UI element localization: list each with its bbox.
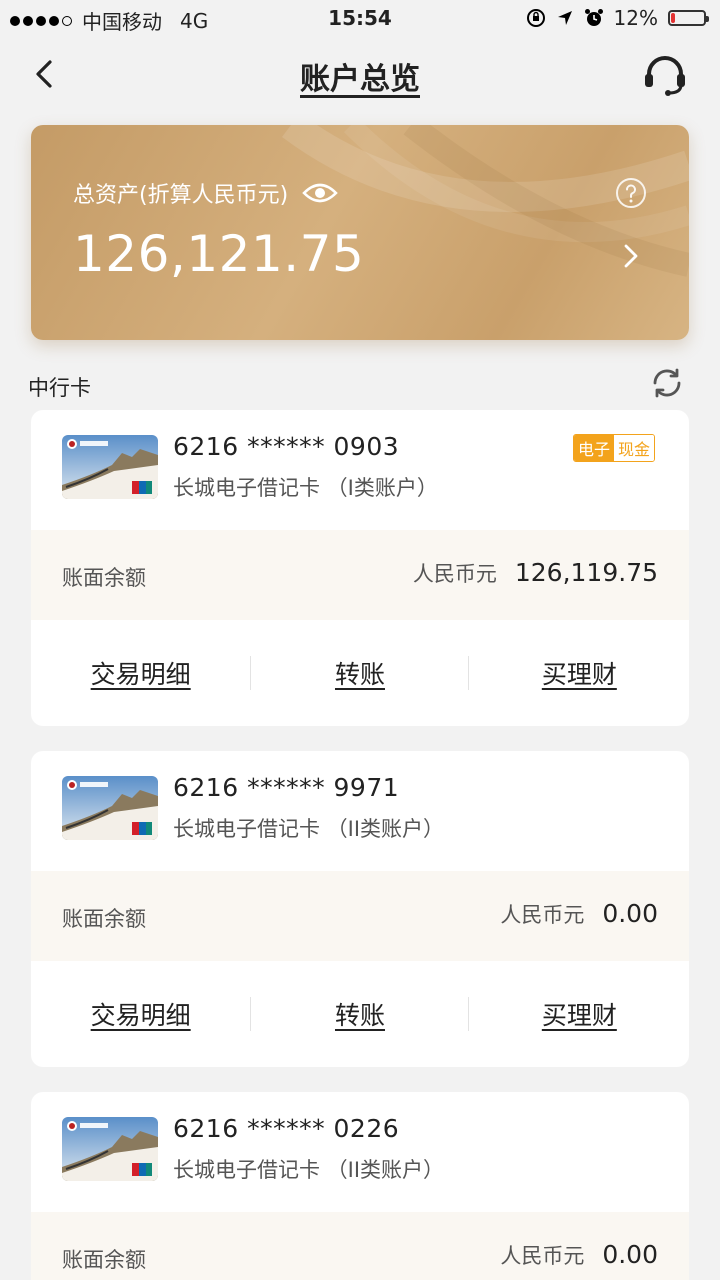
card-actions: 交易明细 转账 买理财 [31, 961, 689, 1067]
card-type-name: 长城电子借记卡 （I类账户） [173, 476, 438, 500]
balance-value-group: 人民币元 0.00 [500, 1240, 658, 1270]
section-title: 中行卡 [28, 376, 91, 400]
balance-currency: 人民币元 [412, 562, 497, 586]
status-right: 12% [526, 6, 709, 30]
alarm-icon [584, 9, 603, 26]
location-arrow-icon [557, 11, 572, 25]
card-type-name: 长城电子借记卡 （II类账户） [173, 817, 445, 841]
balance-row: 账面余额 人民币元 126,119.75 [31, 530, 689, 620]
refresh-icon[interactable] [650, 366, 684, 400]
e-cash-badge: 电子 现金 [572, 434, 655, 462]
battery-level [671, 13, 675, 23]
transaction-details-button[interactable]: 交易明细 [31, 961, 250, 1067]
badge-left: 电子 [573, 435, 614, 461]
eye-icon[interactable] [302, 181, 338, 205]
bank-card-item[interactable]: 6216 ****** 9971 长城电子借记卡 （II类账户） 账面余额 人民… [31, 751, 689, 1067]
help-icon[interactable] [615, 177, 647, 209]
bank-card-thumbnail [62, 435, 158, 499]
customer-service-headset-icon[interactable] [642, 52, 688, 98]
card-type-name: 长城电子借记卡 （II类账户） [173, 1158, 445, 1182]
card-number: 6216 ****** 0226 [173, 1114, 400, 1143]
bank-card-item[interactable]: 6216 ****** 0226 长城电子借记卡 （II类账户） 账面余额 人民… [31, 1092, 689, 1280]
balance-amount: 0.00 [602, 1240, 658, 1269]
balance-row: 账面余额 人民币元 0.00 [31, 1212, 689, 1280]
balance-value-group: 人民币元 0.00 [500, 899, 658, 929]
battery-percent: 12% [613, 6, 658, 30]
assets-label-row: 总资产(折算人民币元) [73, 177, 338, 209]
action-divider [250, 656, 251, 690]
balance-label: 账面余额 [62, 566, 146, 590]
rotation-lock-icon [526, 9, 545, 27]
buy-wealth-product-button[interactable]: 买理财 [470, 620, 689, 726]
card-header: 6216 ****** 0903 长城电子借记卡 （I类账户） 电子 现金 [31, 410, 689, 530]
buy-wealth-product-button[interactable]: 买理财 [470, 961, 689, 1067]
balance-label: 账面余额 [62, 1248, 146, 1272]
balance-amount: 126,119.75 [514, 558, 658, 587]
card-header: 6216 ****** 9971 长城电子借记卡 （II类账户） [31, 751, 689, 871]
balance-currency: 人民币元 [500, 903, 585, 927]
balance-label: 账面余额 [62, 907, 146, 931]
bank-card-thumbnail [62, 776, 158, 840]
action-divider [250, 997, 251, 1031]
balance-currency: 人民币元 [500, 1244, 585, 1268]
action-divider [468, 656, 469, 690]
card-header: 6216 ****** 0226 长城电子借记卡 （II类账户） [31, 1092, 689, 1212]
total-assets-card[interactable]: 总资产(折算人民币元) 126,121.75 [31, 125, 689, 340]
status-bar: 中国移动 4G 15:54 12% [0, 0, 720, 36]
balance-row: 账面余额 人民币元 0.00 [31, 871, 689, 961]
nav-bar: 账户总览 [0, 40, 720, 110]
bank-card-item[interactable]: 6216 ****** 0903 长城电子借记卡 （I类账户） 电子 现金 账面… [31, 410, 689, 726]
action-divider [468, 997, 469, 1031]
card-number: 6216 ****** 0903 [173, 432, 400, 461]
card-number: 6216 ****** 9971 [173, 773, 400, 802]
page-title: 账户总览 [300, 62, 420, 97]
transaction-details-button[interactable]: 交易明细 [31, 620, 250, 726]
balance-value-group: 人民币元 126,119.75 [413, 558, 658, 588]
chevron-right-icon[interactable] [621, 243, 641, 269]
transfer-button[interactable]: 转账 [250, 620, 469, 726]
card-actions: 交易明细 转账 买理财 [31, 620, 689, 726]
assets-label: 总资产(折算人民币元) [73, 183, 289, 208]
battery-icon [668, 10, 709, 26]
total-assets-value: 126,121.75 [73, 225, 365, 283]
badge-right: 现金 [613, 435, 654, 461]
transfer-button[interactable]: 转账 [250, 961, 469, 1067]
balance-amount: 0.00 [602, 899, 658, 928]
bank-card-thumbnail [62, 1117, 158, 1181]
